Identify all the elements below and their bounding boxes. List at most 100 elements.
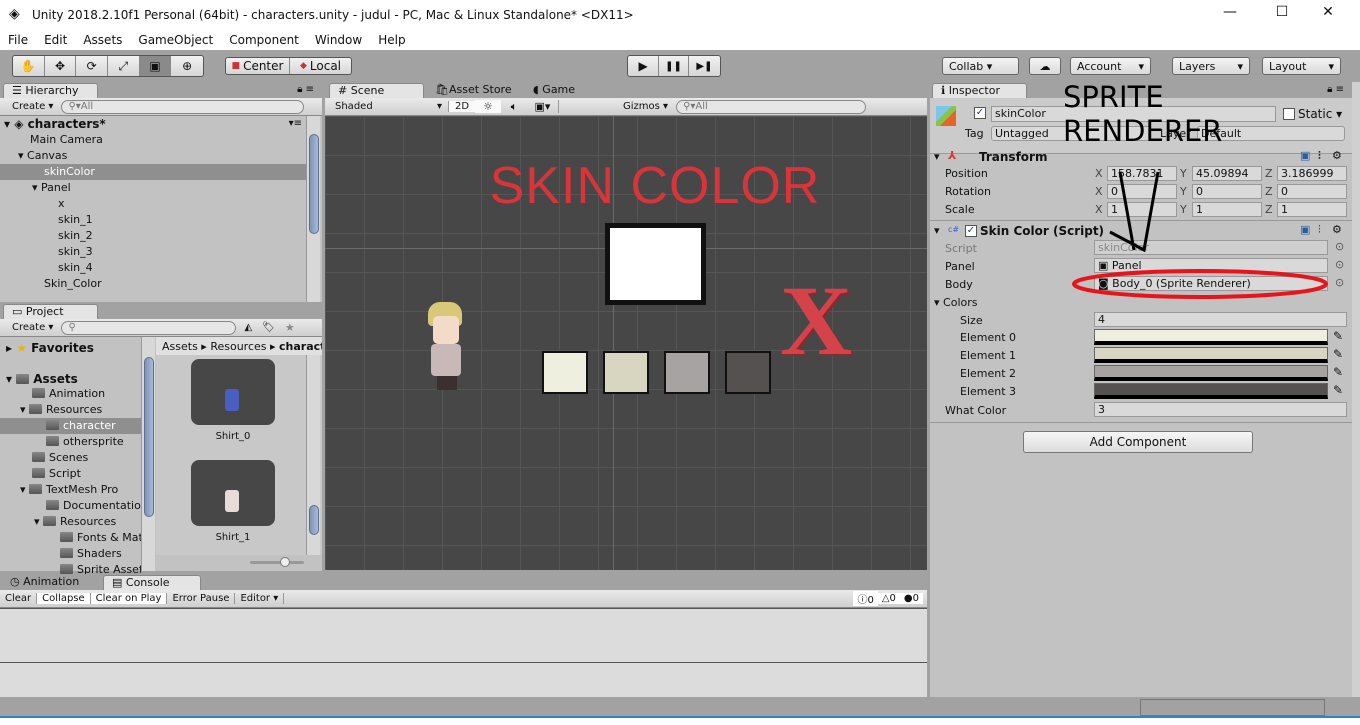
preset-icon[interactable]: ⫶ <box>1318 149 1321 163</box>
skin-swatch-4[interactable] <box>725 351 771 394</box>
error-count-toggle[interactable]: ●0 <box>899 593 923 604</box>
help-icon[interactable]: ▣ <box>1300 149 1310 162</box>
tab-game[interactable]: ◖ Game <box>525 83 583 98</box>
eyedropper-icon[interactable]: ✎ <box>1333 347 1343 361</box>
hierarchy-item[interactable]: skinColor <box>0 164 306 180</box>
hierarchy-create-button[interactable]: Create ▾ <box>12 101 53 112</box>
skin-swatch-2[interactable] <box>603 351 649 394</box>
rotate-tool-button[interactable]: ⟳ <box>76 56 109 76</box>
close-button[interactable]: ✕ <box>1313 4 1343 20</box>
asset-grid-scrollbar[interactable] <box>306 355 320 555</box>
hierarchy-item[interactable]: Main Camera <box>0 132 306 148</box>
component-enabled-checkbox[interactable]: ✓ <box>965 225 977 237</box>
step-button[interactable]: ▶❚ <box>689 56 720 76</box>
account-dropdown[interactable]: Account ▾ <box>1070 57 1151 75</box>
colors-foldout[interactable]: ▾ Colors <box>934 296 977 309</box>
collab-dropdown[interactable]: Collab ▾ <box>942 57 1019 75</box>
lighting-toggle-icon[interactable]: ☼ <box>475 100 501 113</box>
asset-thumb-shirt-1[interactable] <box>191 460 275 526</box>
preview-box[interactable] <box>605 223 706 305</box>
hierarchy-item[interactable]: skin_4 <box>0 260 306 276</box>
lock-icon[interactable]: 🔒︎ ≡ <box>1327 84 1344 95</box>
console-clear-button[interactable]: Clear <box>0 593 38 604</box>
what-color-input[interactable]: 3 <box>1094 402 1347 417</box>
color-element-swatch[interactable] <box>1094 347 1328 363</box>
lock-icon[interactable]: 🔒︎ ≡ <box>297 84 314 95</box>
tab-project[interactable]: ▭ Project <box>3 304 98 319</box>
menu-gameobject[interactable]: GameObject <box>138 33 213 47</box>
inspector-scrollbar[interactable] <box>1352 82 1360 697</box>
transform-tool-button[interactable]: ⊕ <box>171 56 203 76</box>
menu-help[interactable]: Help <box>378 33 405 47</box>
project-tree-item[interactable]: Script <box>0 466 141 482</box>
hierarchy-item[interactable]: ▾ Panel <box>0 180 306 196</box>
eyedropper-icon[interactable]: ✎ <box>1333 383 1343 397</box>
hierarchy-item[interactable]: Skin_Color <box>0 276 306 292</box>
menu-window[interactable]: Window <box>315 33 362 47</box>
project-tree-item[interactable]: ▾ TextMesh Pro <box>0 482 141 498</box>
rect-tool-button[interactable]: ▣ <box>139 56 172 76</box>
hierarchy-item[interactable]: x <box>0 196 306 212</box>
play-button[interactable]: ▶ <box>628 56 660 76</box>
project-tree-item[interactable]: character <box>0 418 141 434</box>
static-checkbox[interactable] <box>1283 108 1295 120</box>
scene-root[interactable]: ▾ ◈ characters* ▾≡ <box>4 116 306 132</box>
static-dropdown[interactable]: Static ▾ <box>1298 107 1342 121</box>
audio-toggle-icon[interactable]: 🔈︎ <box>501 100 527 114</box>
filter-label-icon[interactable]: 🏷︎ <box>262 322 275 333</box>
minimize-button[interactable]: — <box>1215 4 1245 20</box>
project-tree-item[interactable]: othersprite <box>0 434 141 450</box>
2d-toggle[interactable]: 2D <box>449 101 475 112</box>
tab-asset-store[interactable]: 🛍︎Asset Store <box>427 83 520 98</box>
color-element-swatch[interactable] <box>1094 383 1328 399</box>
hierarchy-item[interactable]: ▾ Canvas <box>0 148 306 164</box>
project-tree-item[interactable]: Fonts & Materials <box>0 530 141 546</box>
favorites-item[interactable]: ▸ ★ Favorites <box>6 341 94 355</box>
tab-scene[interactable]: # Scene <box>329 83 424 98</box>
maximize-button[interactable]: ☐ <box>1267 4 1297 20</box>
icon-size-slider[interactable] <box>250 557 304 567</box>
project-tree-scrollbar[interactable] <box>141 337 155 571</box>
project-tree-item[interactable]: Animation <box>0 386 141 402</box>
color-element-swatch[interactable] <box>1094 365 1328 381</box>
info-count-toggle[interactable]: ⓘ0 <box>853 591 878 606</box>
eyedropper-icon[interactable]: ✎ <box>1333 365 1343 379</box>
shading-dropdown[interactable]: Shaded ▾ <box>325 101 449 112</box>
size-input[interactable]: 4 <box>1094 312 1347 327</box>
warning-count-toggle[interactable]: △0 <box>877 593 900 604</box>
hierarchy-search-input[interactable]: ⚲▾All <box>61 99 305 114</box>
breadcrumb-character[interactable]: character <box>279 340 322 353</box>
console-detail-divider[interactable] <box>0 662 927 663</box>
layout-dropdown[interactable]: Layout ▾ <box>1262 57 1341 75</box>
scene-viewport[interactable]: SKIN COLOR X <box>325 116 927 570</box>
tab-inspector[interactable]: ℹ Inspector <box>932 83 1027 98</box>
project-tree-item[interactable]: ▾ Resources <box>0 514 141 530</box>
menu-file[interactable]: File <box>8 33 28 47</box>
project-tree-item[interactable]: Scenes <box>0 450 141 466</box>
scene-search-input[interactable]: ⚲▾All <box>676 99 867 114</box>
gizmos-dropdown[interactable]: Gizmos ▾ <box>623 101 668 112</box>
project-tree-item[interactable]: ▾ Resources <box>0 402 141 418</box>
console-clear-on-play-button[interactable]: Clear on Play <box>90 593 168 604</box>
project-tree-item[interactable]: Shaders <box>0 546 141 562</box>
breadcrumb-resources[interactable]: Resources <box>210 340 266 353</box>
tab-animation[interactable]: ◷ Animation <box>2 575 100 590</box>
cloud-button[interactable]: ☁ <box>1029 57 1061 75</box>
skin-swatch-1[interactable] <box>542 351 588 394</box>
add-component-button[interactable]: Add Component <box>1023 431 1253 453</box>
menu-component[interactable]: Component <box>229 33 299 47</box>
project-search-input[interactable]: ⚲ <box>61 320 237 335</box>
project-tree-item[interactable]: Documentation <box>0 498 141 514</box>
skin-swatch-3[interactable] <box>664 351 710 394</box>
pause-button[interactable]: ❚❚ <box>659 56 689 76</box>
layers-dropdown[interactable]: Layers ▾ <box>1172 57 1250 75</box>
menu-assets[interactable]: Assets <box>83 33 122 47</box>
tab-hierarchy[interactable]: ☰ Hierarchy <box>3 83 98 98</box>
move-tool-button[interactable]: ✥ <box>45 56 77 76</box>
active-checkbox[interactable]: ✓ <box>974 107 986 119</box>
hand-tool-button[interactable]: ✋ <box>13 56 45 76</box>
effects-dropdown-icon[interactable]: ▣▾ <box>527 100 559 113</box>
asset-thumb-shirt-0[interactable] <box>191 359 275 425</box>
hierarchy-item[interactable]: skin_3 <box>0 244 306 260</box>
hierarchy-scrollbar[interactable] <box>306 116 320 302</box>
